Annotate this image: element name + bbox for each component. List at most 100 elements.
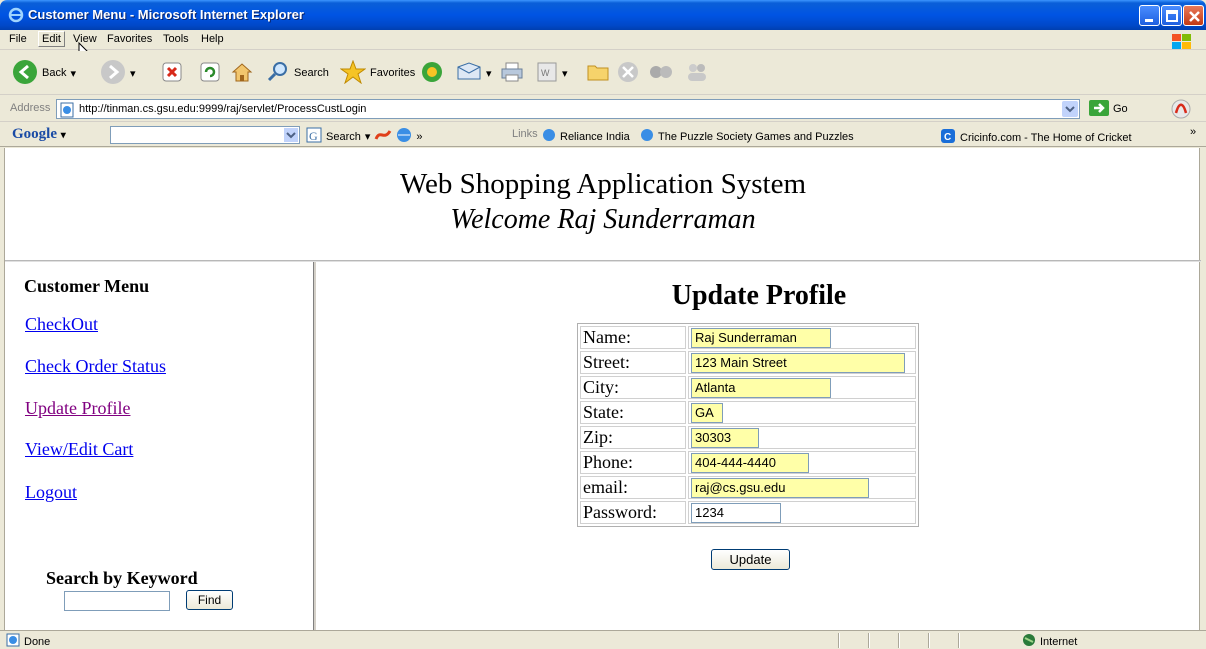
status-cells [838, 633, 1020, 648]
menu-bar: File Edit View Favorites Tools Help [0, 30, 1206, 60]
site-title: Web Shopping Application System [399, 168, 807, 200]
status-bar: Done Internet [0, 630, 1206, 649]
mail-button[interactable]: ▾ [456, 58, 492, 88]
phone-input[interactable]: 404-444-4440 [691, 452, 809, 473]
sidebar-link-update-profile[interactable]: Update Profile [25, 398, 130, 419]
menu-tools[interactable]: Tools [160, 33, 192, 45]
form-row-phone: Phone: 404-444-4440 [580, 451, 916, 474]
status-divider [928, 633, 930, 648]
page-content: Web Shopping Application System Welcome … [4, 148, 1201, 630]
refresh-button[interactable] [200, 58, 220, 88]
google-search-button[interactable]: G Search ▾ » [306, 127, 423, 146]
form-row-password: Password: 1234 [580, 501, 916, 524]
page-icon [59, 102, 75, 121]
favorites-label: Favorites [370, 67, 416, 79]
windows-logo-icon [1170, 32, 1194, 50]
field-cell: raj@cs.gsu.edu [688, 476, 916, 499]
status-divider [898, 633, 900, 648]
status-text: Done [24, 635, 51, 648]
people-icon [684, 61, 710, 86]
chevron-right-icon[interactable]: » [1190, 126, 1196, 138]
menu-help[interactable]: Help [198, 33, 227, 45]
printer-icon [500, 61, 524, 86]
ie-page-icon [640, 128, 654, 145]
dropdown-arrow-icon: ▾ [486, 67, 492, 80]
link-label: Cricinfo.com - The Home of Cricket [960, 131, 1132, 144]
name-input[interactable]: Raj Sunderraman [691, 327, 831, 348]
go-button[interactable]: Go [1088, 99, 1128, 119]
sidebar-link-logout[interactable]: Logout [25, 482, 77, 503]
back-arrow-icon [12, 59, 38, 88]
google-search-input[interactable] [110, 126, 300, 144]
back-label: Back [42, 67, 67, 79]
password-input[interactable]: 1234 [691, 502, 781, 523]
google-logo-text: Google [12, 126, 57, 142]
messenger2-button[interactable] [684, 58, 710, 88]
chevron-right-icon[interactable]: » [416, 131, 422, 143]
welcome-message: Welcome Raj Sunderraman [450, 204, 756, 235]
favorites-button[interactable]: Favorites [339, 58, 416, 88]
ie-icon [8, 7, 24, 23]
print-button[interactable] [500, 58, 524, 88]
update-button[interactable]: Update [711, 549, 790, 570]
search-by-keyword-title: Search by Keyword [46, 568, 198, 588]
cricinfo-icon: C [940, 128, 956, 147]
address-input[interactable]: http://tinman.cs.gsu.edu:9999/raj/servle… [56, 99, 1080, 119]
link-reliance[interactable]: Reliance India [542, 128, 630, 145]
status-divider [838, 633, 840, 648]
edit-button[interactable]: W ▾ [536, 58, 568, 88]
title-bar[interactable]: Customer Menu - Microsoft Internet Explo… [0, 0, 1206, 30]
messenger-icon [616, 60, 640, 87]
city-input[interactable]: Atlanta [691, 377, 831, 398]
word-icon: W [536, 61, 558, 86]
google-dropdown-icon[interactable] [284, 128, 298, 142]
google-logo[interactable]: Google ▾ [12, 126, 66, 143]
globe-icon [1022, 633, 1036, 649]
go-label: Go [1113, 103, 1128, 115]
media-button[interactable] [420, 58, 444, 88]
field-label: Password: [580, 501, 686, 524]
back-button[interactable]: Back ▾ [12, 58, 76, 88]
find-button[interactable]: Find [186, 590, 233, 610]
home-button[interactable] [230, 58, 254, 88]
close-button[interactable] [1183, 5, 1204, 26]
search-button[interactable]: Search [266, 58, 329, 88]
keyword-search-input[interactable] [64, 591, 170, 611]
zone-label: Internet [1040, 635, 1078, 648]
zip-input[interactable]: 30303 [691, 427, 759, 448]
acrobat-icon[interactable] [1170, 98, 1192, 123]
google-g-icon: G [306, 127, 322, 146]
menu-edit[interactable]: Edit [38, 31, 65, 47]
maximize-button[interactable] [1161, 5, 1182, 26]
pagerank-icon [374, 127, 392, 146]
address-url: http://tinman.cs.gsu.edu:9999/raj/servle… [79, 103, 367, 115]
forward-button[interactable]: ▾ [100, 58, 136, 88]
state-input[interactable]: GA [691, 402, 723, 423]
link-cricinfo[interactable]: C Cricinfo.com - The Home of Cricket [940, 128, 1132, 147]
zone-indicator: Internet [1022, 633, 1077, 649]
page-header: Web Shopping Application System Welcome … [5, 148, 1201, 260]
folder-button[interactable] [586, 58, 610, 88]
forward-arrow-icon [100, 59, 126, 88]
sidebar: Customer Menu CheckOut Check Order Statu… [5, 262, 313, 630]
address-dropdown-icon[interactable] [1062, 101, 1078, 117]
research-button[interactable] [648, 58, 674, 88]
form-row-email: email: raj@cs.gsu.edu [580, 476, 916, 499]
street-input[interactable]: 123 Main Street [691, 352, 905, 373]
form-row-zip: Zip: 30303 [580, 426, 916, 449]
svg-text:G: G [309, 129, 318, 143]
sidebar-link-view-edit-cart[interactable]: View/Edit Cart [25, 439, 133, 460]
stop-button[interactable] [162, 58, 182, 88]
minimize-button[interactable] [1139, 5, 1160, 26]
menu-file[interactable]: File [6, 33, 30, 45]
field-cell: 1234 [688, 501, 916, 524]
sidebar-link-check-order-status[interactable]: Check Order Status [25, 356, 166, 377]
menu-favorites[interactable]: Favorites [104, 33, 155, 45]
profile-form: Name: Raj Sunderraman Street: 123 Main S… [577, 323, 919, 527]
dropdown-arrow-icon: ▾ [562, 67, 568, 80]
link-puzzle-society[interactable]: The Puzzle Society Games and Puzzles [640, 128, 854, 145]
email-input[interactable]: raj@cs.gsu.edu [691, 477, 869, 498]
ie-page-icon [542, 128, 556, 145]
sidebar-link-checkout[interactable]: CheckOut [25, 314, 98, 335]
messenger-button[interactable] [616, 58, 640, 88]
